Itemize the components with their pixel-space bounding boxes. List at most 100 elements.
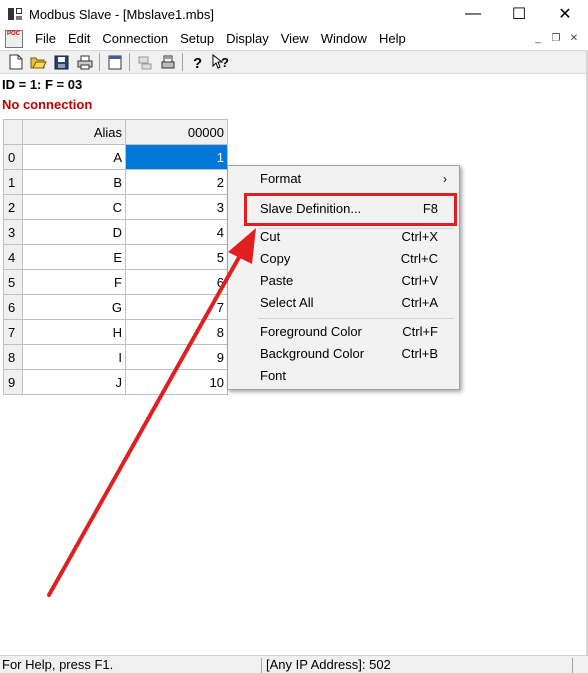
menu-window[interactable]: Window <box>315 28 373 50</box>
alias-column-header[interactable]: Alias <box>22 119 126 145</box>
app-icon[interactable] <box>7 6 23 22</box>
row-index-cell[interactable]: 9 <box>3 369 23 395</box>
alias-cell[interactable]: H <box>22 319 126 345</box>
mdi-restore-button[interactable]: ❐ <box>548 31 564 46</box>
row-index-cell[interactable]: 7 <box>3 319 23 345</box>
format-label: Format <box>260 171 302 186</box>
row-index-cell[interactable]: 6 <box>3 294 23 320</box>
menu-bar: POC File Edit Connection Setup Display V… <box>0 28 588 50</box>
open-icon[interactable] <box>27 51 50 73</box>
menu-file[interactable]: File <box>29 28 62 50</box>
alias-cell[interactable]: C <box>22 194 126 220</box>
selected-value-cell[interactable]: 1 <box>125 144 228 170</box>
value-cell[interactable]: 8 <box>125 319 228 345</box>
menu-item-paste[interactable]: Paste Ctrl+V <box>228 270 459 292</box>
table-row[interactable]: 0A1 <box>3 144 228 170</box>
table-row[interactable]: 7H8 <box>3 319 228 345</box>
menu-view[interactable]: View <box>275 28 315 50</box>
menu-help[interactable]: Help <box>373 28 412 50</box>
svg-text:?: ? <box>221 55 229 70</box>
value-cell[interactable]: 3 <box>125 194 228 220</box>
menu-item-copy[interactable]: Copy Ctrl+C <box>228 248 459 270</box>
data-grid: Alias 00000 0A11B22C33D44E55F66G77H88I99… <box>3 119 228 395</box>
help-icon[interactable]: ? <box>186 51 209 73</box>
alias-cell[interactable]: G <box>22 294 126 320</box>
row-index-cell[interactable]: 3 <box>3 219 23 245</box>
table-row[interactable]: 5F6 <box>3 269 228 295</box>
status-divider <box>261 658 262 673</box>
toolbar: ? ? <box>0 50 588 74</box>
value-cell[interactable]: 9 <box>125 344 228 370</box>
row-index-cell[interactable]: 5 <box>3 269 23 295</box>
table-row[interactable]: 2C3 <box>3 194 228 220</box>
value-cell[interactable]: 2 <box>125 169 228 195</box>
context-help-icon[interactable]: ? <box>209 51 232 73</box>
foreground-color-label: Foreground Color <box>260 324 362 339</box>
save-icon[interactable] <box>50 51 73 73</box>
paste-label: Paste <box>260 273 294 288</box>
background-color-label: Background Color <box>260 346 365 361</box>
row-index-cell[interactable]: 4 <box>3 244 23 270</box>
alias-cell[interactable]: E <box>22 244 126 270</box>
status-address: [Any IP Address]: 502 <box>266 657 391 672</box>
value-cell[interactable]: 5 <box>125 244 228 270</box>
close-button[interactable]: ✕ <box>542 0 588 28</box>
connect-icon[interactable] <box>133 51 156 73</box>
cut-shortcut: Ctrl+X <box>401 229 438 244</box>
row-index-cell[interactable]: 1 <box>3 169 23 195</box>
svg-text:?: ? <box>193 55 202 70</box>
table-row[interactable]: 6G7 <box>3 294 228 320</box>
print-icon[interactable] <box>73 51 96 73</box>
menu-item-select-all[interactable]: Select All Ctrl+A <box>228 292 459 314</box>
minimize-button[interactable]: — <box>450 0 496 28</box>
menu-item-foreground-color[interactable]: Foreground Color Ctrl+F <box>228 321 459 343</box>
alias-cell[interactable]: I <box>22 344 126 370</box>
print2-icon[interactable] <box>156 51 179 73</box>
grid-header-row: Alias 00000 <box>3 119 228 145</box>
table-row[interactable]: 8I9 <box>3 344 228 370</box>
toolbar-separator <box>129 53 130 71</box>
address-column-header[interactable]: 00000 <box>125 119 228 145</box>
mdi-minimize-button[interactable]: _ <box>530 31 546 46</box>
row-index-cell[interactable]: 2 <box>3 194 23 220</box>
menu-item-background-color[interactable]: Background Color Ctrl+B <box>228 343 459 365</box>
alias-cell[interactable]: B <box>22 169 126 195</box>
foreground-color-shortcut: Ctrl+F <box>402 324 438 339</box>
row-index-cell[interactable]: 0 <box>3 144 23 170</box>
value-cell[interactable]: 10 <box>125 369 228 395</box>
alias-cell[interactable]: F <box>22 269 126 295</box>
mdi-close-button[interactable]: ✕ <box>566 31 582 46</box>
new-icon[interactable] <box>4 51 27 73</box>
connection-status: No connection <box>2 97 93 112</box>
cut-label: Cut <box>260 229 281 244</box>
window-icon[interactable] <box>103 51 126 73</box>
menu-item-cut[interactable]: Cut Ctrl+X <box>228 226 459 248</box>
table-row[interactable]: 9 J 10 <box>3 369 228 395</box>
row-index-cell[interactable]: 8 <box>3 344 23 370</box>
select-all-shortcut: Ctrl+A <box>401 295 438 310</box>
value-cell[interactable]: 7 <box>125 294 228 320</box>
menu-display[interactable]: Display <box>220 28 275 50</box>
select-all-label: Select All <box>260 295 314 310</box>
menu-item-font[interactable]: Font <box>228 365 459 387</box>
table-row[interactable]: 1B2 <box>3 169 228 195</box>
alias-cell[interactable]: D <box>22 219 126 245</box>
copy-shortcut: Ctrl+C <box>400 251 438 266</box>
alias-cell[interactable]: J <box>22 369 126 395</box>
value-cell[interactable]: 4 <box>125 219 228 245</box>
title-bar: Modbus Slave - [Mbslave1.mbs] — ☐ ✕ <box>0 0 588 28</box>
window-controls: — ☐ ✕ <box>450 0 588 28</box>
menu-edit[interactable]: Edit <box>62 28 96 50</box>
table-row[interactable]: 3D4 <box>3 219 228 245</box>
table-row[interactable]: 4E5 <box>3 244 228 270</box>
maximize-button[interactable]: ☐ <box>496 0 542 28</box>
document-icon[interactable]: POC <box>5 30 23 48</box>
menu-item-format[interactable]: Format › <box>228 168 459 190</box>
menu-setup[interactable]: Setup <box>174 28 220 50</box>
grid-corner <box>3 119 23 145</box>
alias-cell[interactable]: A <box>22 144 126 170</box>
font-label: Font <box>260 368 287 383</box>
value-cell[interactable]: 6 <box>125 269 228 295</box>
copy-label: Copy <box>260 251 291 266</box>
menu-connection[interactable]: Connection <box>96 28 174 50</box>
